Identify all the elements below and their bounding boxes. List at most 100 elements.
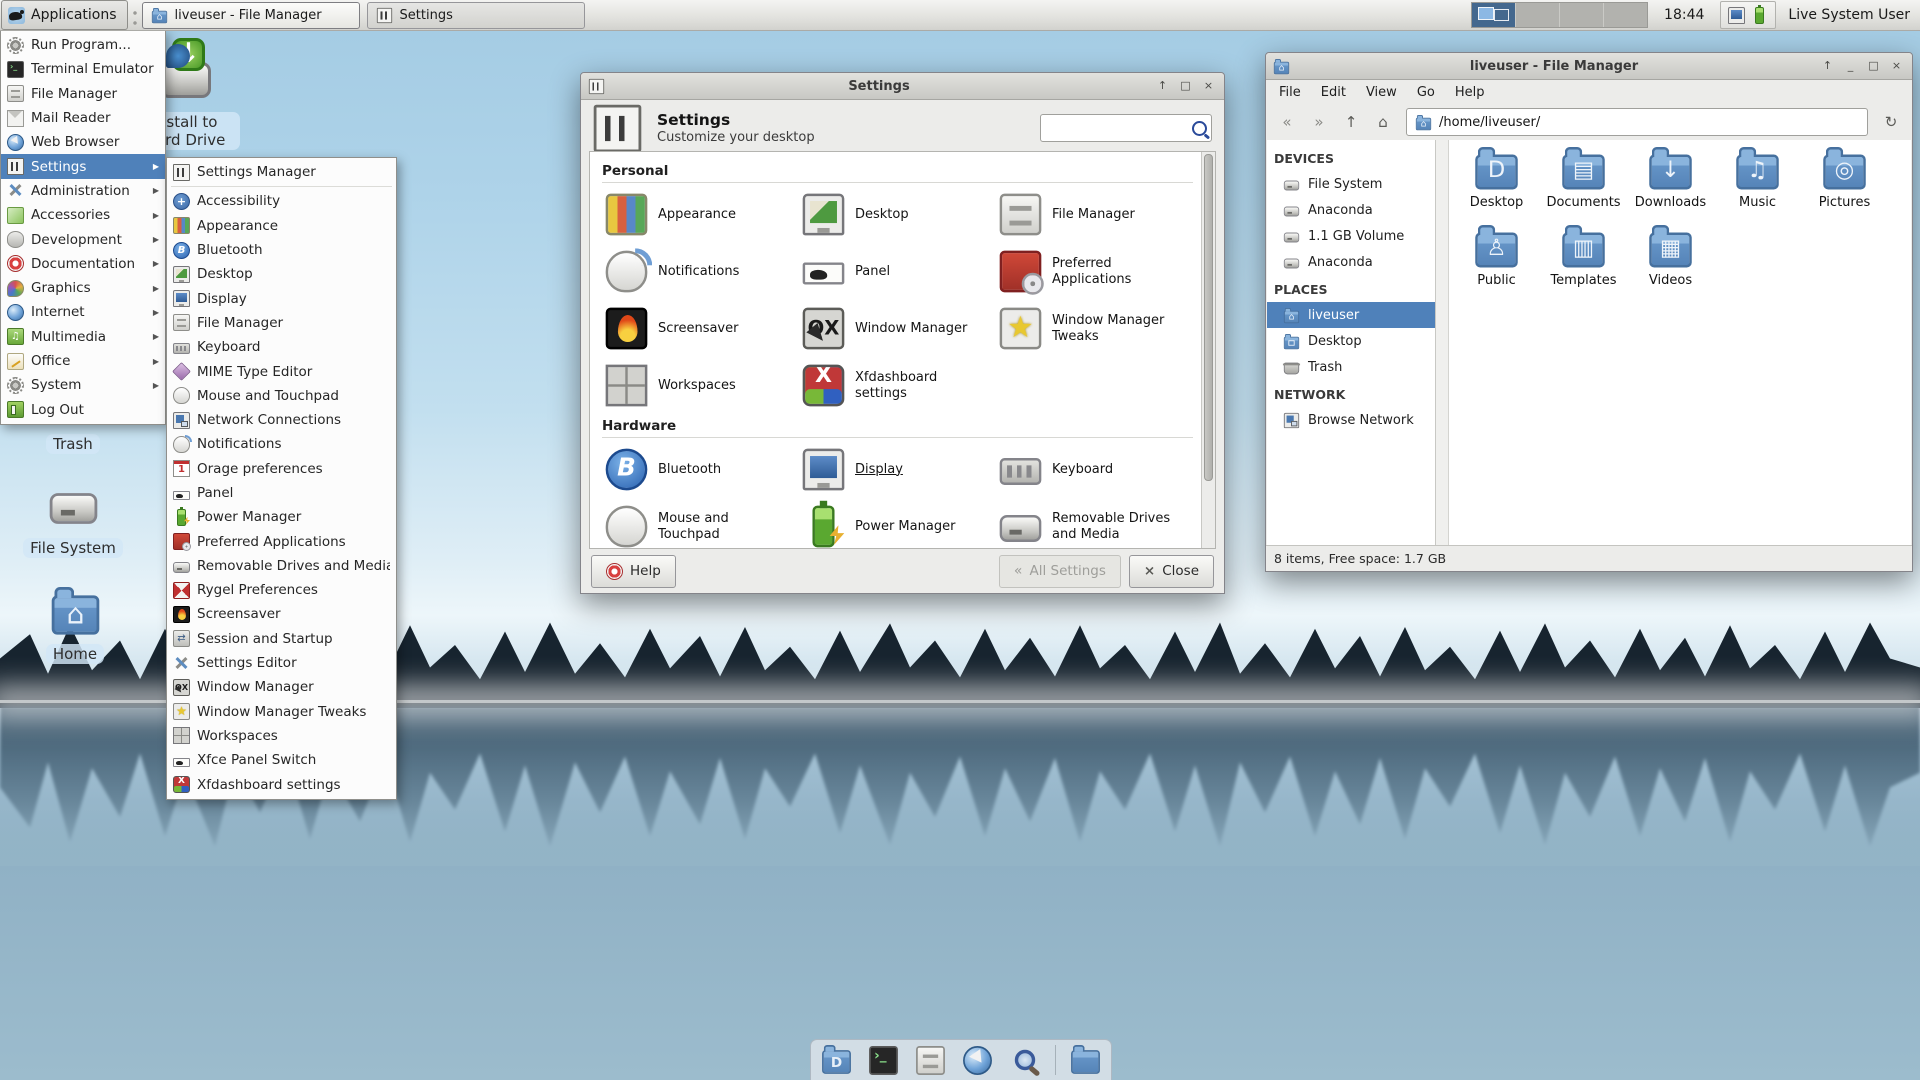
settings-scrollbar[interactable] (1201, 152, 1215, 548)
settings-search-box[interactable] (1040, 114, 1212, 142)
folder-documents[interactable]: Documents (1540, 146, 1627, 224)
close-button[interactable]: × Close (1128, 554, 1214, 588)
tray-display-icon[interactable] (1728, 6, 1746, 24)
dock-item-show-desktop[interactable] (820, 1043, 854, 1077)
menu-item-file-manager[interactable]: File Manager (1, 82, 165, 106)
dock-item-directory-menu[interactable] (1069, 1043, 1103, 1077)
settings-tile-panel[interactable]: Panel (799, 244, 996, 299)
menubar-edit[interactable]: Edit (1312, 83, 1355, 102)
file-manager-minimize-button[interactable]: _ (1841, 57, 1860, 76)
menu-item-xfce-panel-switch[interactable]: Xfce Panel Switch (167, 748, 396, 772)
menu-item-xfdashboard-settings[interactable]: Xfdashboard settings (167, 772, 396, 796)
settings-tile-keyboard[interactable]: Keyboard (996, 442, 1193, 497)
menu-item-keyboard[interactable]: Keyboard (167, 335, 396, 359)
workspace-1[interactable] (1472, 3, 1517, 27)
dock-item-terminal-emulator[interactable] (867, 1043, 901, 1077)
menu-item-file-manager[interactable]: File Manager (167, 311, 396, 335)
folder-templates[interactable]: Templates (1540, 224, 1627, 302)
file-manager-close-button[interactable]: × (1887, 57, 1906, 76)
settings-tile-display[interactable]: Display (799, 442, 996, 497)
menu-item-mail-reader[interactable]: Mail Reader (1, 106, 165, 130)
menu-item-mouse-and-touchpad[interactable]: Mouse and Touchpad (167, 384, 396, 408)
settings-tile-screensaver[interactable]: Screensaver (602, 301, 799, 356)
menu-item-appearance[interactable]: Appearance (167, 214, 396, 238)
sidebar-item-anaconda[interactable]: Anaconda (1267, 197, 1435, 223)
menu-item-preferred-applications[interactable]: Preferred Applications (167, 529, 396, 553)
menu-item-mime-type-editor[interactable]: MIME Type Editor (167, 359, 396, 383)
menu-item-accessories[interactable]: Accessories ▶ (1, 203, 165, 227)
settings-tile-bluetooth[interactable]: Bluetooth (602, 442, 799, 497)
settings-maximize-button[interactable]: □ (1176, 77, 1195, 96)
settings-search-input[interactable] (1047, 119, 1192, 137)
menu-item-multimedia[interactable]: Multimedia ▶ (1, 325, 165, 349)
menubar-view[interactable]: View (1357, 83, 1406, 102)
folder-public[interactable]: Public (1453, 224, 1540, 302)
folder-downloads[interactable]: Downloads (1627, 146, 1714, 224)
menu-item-panel[interactable]: Panel (167, 481, 396, 505)
menu-item-screensaver[interactable]: Screensaver (167, 602, 396, 626)
applications-menu-button[interactable]: Applications (1, 0, 128, 30)
desktop-icon-home[interactable]: Home (20, 586, 130, 664)
file-manager-shade-button[interactable]: ↑ (1818, 57, 1837, 76)
dock-item-file-manager-launcher[interactable] (914, 1043, 948, 1077)
menu-item-network-connections[interactable]: Network Connections (167, 408, 396, 432)
sidebar-item-browse-network[interactable]: Browse Network (1267, 407, 1435, 433)
menu-item-window-manager[interactable]: Window Manager (167, 675, 396, 699)
settings-tile-appearance[interactable]: Appearance (602, 187, 799, 242)
settings-window-titlebar[interactable]: Settings ↑ □ × (581, 73, 1224, 100)
sidebar-item-liveuser[interactable]: liveuser (1267, 302, 1435, 328)
file-manager-titlebar[interactable]: liveuser - File Manager ↑_□× (1266, 53, 1912, 80)
menu-item-office[interactable]: Office ▶ (1, 349, 165, 373)
menu-item-internet[interactable]: Internet ▶ (1, 300, 165, 324)
menu-item-system[interactable]: System ▶ (1, 373, 165, 397)
menu-item-bluetooth[interactable]: Bluetooth (167, 238, 396, 262)
settings-tile-xfdashboard-settings[interactable]: Xfdashboard settings (799, 358, 996, 413)
workspace-pager[interactable] (1471, 2, 1649, 28)
settings-tile-removable-drives-and-media[interactable]: Removable Drives and Media (996, 499, 1193, 548)
menu-item-power-manager[interactable]: Power Manager (167, 505, 396, 529)
menu-item-desktop[interactable]: Desktop (167, 262, 396, 286)
sidebar-item-1-1-gb-volume[interactable]: 1.1 GB Volume (1267, 223, 1435, 249)
settings-shade-button[interactable]: ↑ (1153, 77, 1172, 96)
menu-item-session-and-startup[interactable]: Session and Startup (167, 627, 396, 651)
workspace-3[interactable] (1560, 3, 1605, 27)
menu-item-run-program[interactable]: Run Program... (1, 33, 165, 57)
settings-tile-file-manager[interactable]: File Manager (996, 187, 1193, 242)
menubar-help[interactable]: Help (1446, 83, 1494, 102)
menu-item-settings-manager[interactable]: Settings Manager (167, 160, 396, 184)
sidebar-scrollbar[interactable] (1436, 140, 1449, 546)
menu-item-terminal-emulator[interactable]: Terminal Emulator (1, 57, 165, 81)
settings-tile-preferred-applications[interactable]: Preferred Applications (996, 244, 1193, 299)
menu-item-removable-drives-and-media[interactable]: Removable Drives and Media (167, 554, 396, 578)
back-button[interactable]: « (1272, 108, 1302, 137)
menu-item-settings[interactable]: Settings ▶ (1, 154, 165, 179)
folder-desktop[interactable]: Desktop (1453, 146, 1540, 224)
settings-tile-mouse-and-touchpad[interactable]: Mouse and Touchpad (602, 499, 799, 548)
settings-tile-window-manager-tweaks[interactable]: Window Manager Tweaks (996, 301, 1193, 356)
folder-pictures[interactable]: Pictures (1801, 146, 1888, 224)
menubar-file[interactable]: File (1270, 83, 1310, 102)
menu-item-web-browser[interactable]: Web Browser (1, 130, 165, 154)
forward-button[interactable]: » (1304, 108, 1334, 137)
all-settings-button[interactable]: « All Settings (998, 554, 1121, 588)
menu-item-accessibility[interactable]: Accessibility (167, 189, 396, 213)
sidebar-item-file-system[interactable]: File System (1267, 171, 1435, 197)
settings-tile-window-manager[interactable]: Window Manager (799, 301, 996, 356)
scrollbar-thumb[interactable] (1204, 154, 1213, 481)
menu-item-administration[interactable]: Administration ▶ (1, 179, 165, 203)
workspace-4[interactable] (1604, 3, 1648, 27)
folder-music[interactable]: Music (1714, 146, 1801, 224)
menu-item-workspaces[interactable]: Workspaces (167, 724, 396, 748)
settings-close-button[interactable]: × (1199, 77, 1218, 96)
menu-item-display[interactable]: Display (167, 286, 396, 310)
menu-item-graphics[interactable]: Graphics ▶ (1, 276, 165, 300)
settings-tile-power-manager[interactable]: Power Manager (799, 499, 996, 548)
menu-item-orage-preferences[interactable]: Orage preferences (167, 457, 396, 481)
taskbar-button-liveuser-file-manager[interactable]: liveuser - File Manager (141, 1, 360, 29)
workspace-2[interactable] (1516, 3, 1561, 27)
desktop-icon-file-system[interactable]: File System (18, 482, 128, 558)
home-button[interactable]: ⌂ (1368, 108, 1398, 137)
menu-item-log-out[interactable]: Log Out (1, 397, 165, 421)
file-manager-maximize-button[interactable]: □ (1864, 57, 1883, 76)
sidebar-item-trash[interactable]: Trash (1267, 354, 1435, 380)
